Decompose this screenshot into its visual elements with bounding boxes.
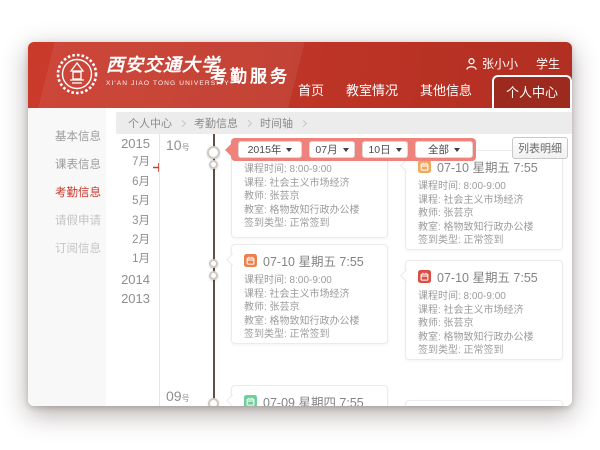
- timeline-day-label-10: 10号: [166, 137, 190, 155]
- card-row-教师: 教师: 张芸京: [244, 301, 375, 315]
- card-row-教室: 教室: 格物致知行政办公楼: [244, 204, 375, 218]
- filter-bar: 2015年 07月 10日 全部: [231, 138, 476, 161]
- card-row-课程时间: 课程时间: 8:00-9:00: [418, 290, 550, 304]
- timeline-scale-item-1月[interactable]: 1月: [84, 250, 150, 269]
- timeline-scale: 20157月6月5月3月2月1月20142013: [84, 134, 150, 309]
- nav-item-个人中心[interactable]: 个人中心: [492, 75, 572, 108]
- calendar-icon: [244, 395, 257, 406]
- chevron-right-icon: [245, 119, 252, 126]
- calendar-icon: [244, 254, 257, 267]
- card-row-教室: 教室: 格物致知行政办公楼: [244, 315, 375, 329]
- chevron-down-icon: [286, 148, 292, 152]
- card-title: 07-10 星期五 7:55: [263, 251, 364, 270]
- timeline-scale-item-2月[interactable]: 2月: [84, 231, 150, 250]
- university-logo-icon: [56, 53, 98, 95]
- chevron-down-icon: [454, 148, 460, 152]
- nav-item-首页[interactable]: 首页: [298, 80, 324, 99]
- app-title: 考勤服务: [210, 62, 290, 87]
- attendance-card: 07-10 星期五 7:55 课程时间: 8:00-9:00课程: 社会主义市场经…: [405, 150, 563, 250]
- breadcrumb-item-个人中心[interactable]: 个人中心: [128, 115, 172, 131]
- card-row-课程: 课程: 社会主义市场经济: [418, 194, 550, 208]
- app-header: 西安交通大学 XI'AN JIAO TONG UNIVERSITY 考勤服务 张…: [28, 42, 572, 108]
- breadcrumb-item-考勤信息[interactable]: 考勤信息: [194, 115, 238, 131]
- card-row-课程: 课程: 社会主义市场经济: [244, 288, 375, 302]
- card-row-教室: 教室: 格物致知行政办公楼: [418, 331, 550, 345]
- nav-item-教室情况[interactable]: 教室情况: [346, 80, 398, 99]
- dropdown-value: 07月: [315, 142, 337, 157]
- dropdown-value: 10日: [368, 142, 390, 157]
- main-nav: 首页 教室情况 其他信息 个人中心: [287, 75, 572, 108]
- user-menu[interactable]: 张小小 学生: [466, 55, 560, 72]
- card-row-课程: 课程: 社会主义市场经济: [244, 177, 375, 191]
- calendar-icon: [418, 160, 431, 173]
- attendance-card: 07-10 星期五 7:55 课程时间: 8:00-9:00课程: 社会主义市场经…: [231, 244, 388, 344]
- breadcrumb: 个人中心 考勤信息 时间轴: [116, 112, 572, 134]
- card-row-课程: 课程: 社会主义市场经济: [418, 304, 550, 318]
- filter-dropdown-type-select[interactable]: 全部: [415, 141, 473, 158]
- card-row-课程时间: 课程时间: 8:00-9:00: [244, 274, 375, 288]
- timeline-node[interactable]: [207, 146, 220, 159]
- timeline-node[interactable]: [209, 271, 218, 280]
- chevron-down-icon: [343, 148, 349, 152]
- card-header: 07-10 星期五 7:55: [418, 159, 550, 174]
- user-name: 张小小: [482, 55, 518, 72]
- user-role: 学生: [536, 55, 560, 72]
- filter-dropdown-month-select[interactable]: 07月: [309, 141, 355, 158]
- card-header: 07-10 星期五 7:55: [244, 253, 375, 268]
- card-row-教师: 教师: 张芸京: [418, 317, 550, 331]
- page: 西安交通大学 XI'AN JIAO TONG UNIVERSITY 考勤服务 张…: [0, 0, 600, 450]
- content-area: 基本信息课表信息考勤信息请假申请订阅信息 个人中心考勤信息时间轴 20157月6…: [28, 108, 572, 406]
- user-icon: [466, 58, 477, 70]
- nav-item-其他信息[interactable]: 其他信息: [420, 80, 472, 99]
- chevron-down-icon: [396, 148, 402, 152]
- filter-dropdown-day-select[interactable]: 10日: [362, 141, 408, 158]
- card-row-签到类型: 签到类型: 正常签到: [418, 344, 550, 358]
- card-title: 07-10 星期五 7:55: [437, 267, 538, 286]
- card-header: 07-09 星期四 7:55: [244, 394, 375, 406]
- timeline-scale-item-2014[interactable]: 2014: [84, 270, 150, 289]
- timeline-node[interactable]: [209, 160, 218, 169]
- timeline-axis-line: [213, 134, 215, 406]
- attendance-card: 07-09 星期四 7:55: [231, 385, 388, 406]
- timeline-separator-line: [159, 134, 160, 406]
- card-row-课程时间: 课程时间: 8:00-9:00: [244, 163, 375, 177]
- timeline-scale-item-7月[interactable]: 7月: [84, 153, 150, 172]
- timeline-scale-item-5月[interactable]: 5月: [84, 192, 150, 211]
- chevron-right-icon: [179, 119, 186, 126]
- timeline-day-label-09: 09号: [166, 388, 190, 406]
- chevron-right-icon: [300, 119, 307, 126]
- timeline-scale-item-3月[interactable]: 3月: [84, 212, 150, 231]
- dropdown-value: 全部: [428, 142, 449, 157]
- card-title: 07-09 星期四 7:55: [263, 392, 364, 406]
- timeline-node[interactable]: [209, 259, 218, 268]
- timeline-scale-item-6月[interactable]: 6月: [84, 173, 150, 192]
- card-row-教师: 教师: 张芸京: [418, 207, 550, 221]
- card-row-签到类型: 签到类型: 正常签到: [244, 328, 375, 342]
- card-row-教师: 教师: 张芸京: [244, 190, 375, 204]
- card-row-签到类型: 签到类型: 正常签到: [418, 234, 550, 248]
- calendar-icon: [418, 270, 431, 283]
- filter-dropdown-year-select[interactable]: 2015年: [238, 141, 302, 158]
- attendance-card: [405, 400, 563, 406]
- timeline-scale-item-2013[interactable]: 2013: [84, 289, 150, 308]
- app-window: 西安交通大学 XI'AN JIAO TONG UNIVERSITY 考勤服务 张…: [28, 42, 572, 406]
- dropdown-value: 2015年: [248, 142, 282, 157]
- card-row-教室: 教室: 格物致知行政办公楼: [418, 221, 550, 235]
- attendance-card: 07-10 星期五 7:55 课程时间: 8:00-9:00课程: 社会主义市场经…: [405, 260, 563, 360]
- timeline-node[interactable]: [208, 398, 219, 406]
- list-detail-button[interactable]: 列表明细: [512, 137, 568, 159]
- card-row-课程时间: 课程时间: 8:00-9:00: [418, 180, 550, 194]
- card-header: 07-10 星期五 7:55: [418, 269, 550, 284]
- card-row-签到类型: 签到类型: 正常签到: [244, 217, 375, 231]
- breadcrumb-item-时间轴[interactable]: 时间轴: [260, 115, 293, 131]
- timeline-scale-item-2015[interactable]: 2015: [84, 134, 150, 153]
